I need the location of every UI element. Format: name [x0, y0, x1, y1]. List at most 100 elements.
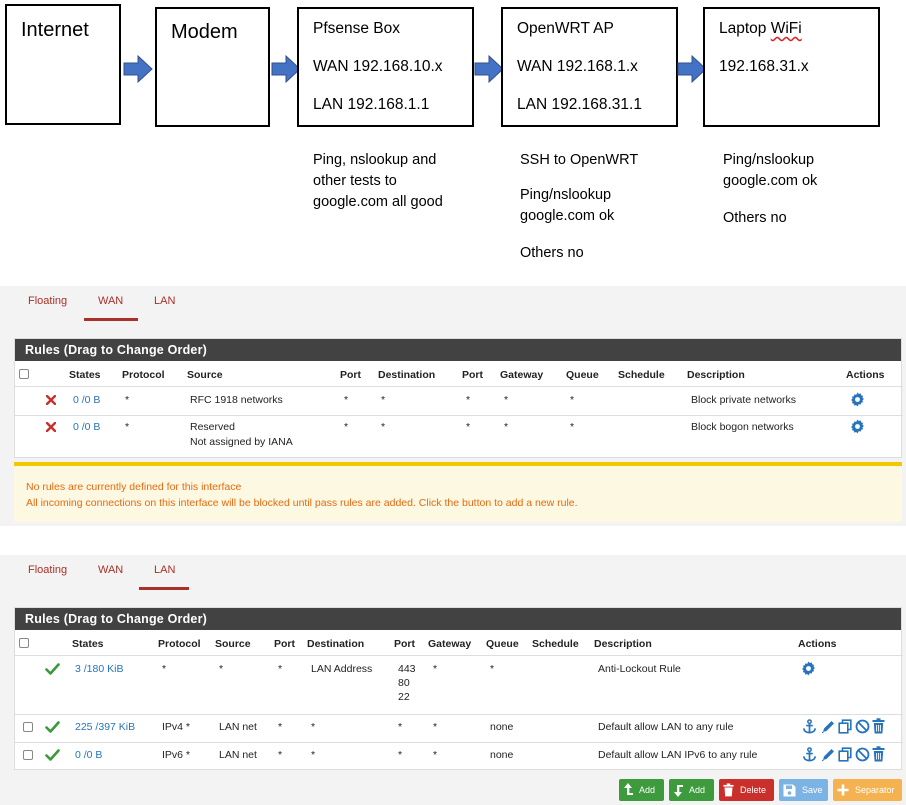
tab-floating[interactable]: Floating: [28, 295, 67, 307]
row-divider: [15, 386, 903, 387]
protocol-cell: *: [162, 663, 167, 675]
copy-icon[interactable]: [838, 719, 852, 734]
pfsense-wan: WAN 192.168.10.x: [313, 58, 443, 75]
tab-lan[interactable]: LAN: [154, 295, 175, 307]
col-protocol: Protocol: [158, 638, 201, 650]
note-line: other tests to: [313, 173, 397, 189]
destination-cell: *: [381, 421, 386, 433]
arrow-down-icon: [674, 785, 683, 797]
laptop-box-title: Laptop WiFi: [719, 20, 802, 38]
pfsense-lan: LAN 192.168.1.1: [313, 96, 430, 113]
openwrt-box: OpenWRT AP WAN 192.168.1.x LAN 192.168.3…: [501, 7, 678, 127]
description-cell: Block bogon networks: [691, 421, 794, 433]
modem-box-title: Modem: [171, 21, 238, 43]
spellcheck-flag: WiFi: [770, 20, 802, 37]
separator-button[interactable]: Separator: [833, 779, 902, 801]
anchor-icon[interactable]: [802, 747, 817, 762]
note-line: Others no: [520, 245, 584, 261]
states-link[interactable]: 0 /0 B: [73, 393, 100, 407]
copy-icon[interactable]: [838, 747, 852, 762]
warning-text: All incoming connections on this interfa…: [26, 497, 578, 509]
tab-wan[interactable]: WAN: [98, 295, 123, 307]
col-protocol: Protocol: [122, 369, 165, 381]
col-dest-port: Port: [462, 369, 483, 381]
description-cell: Default allow LAN IPv6 to any rule: [598, 749, 758, 761]
disable-icon[interactable]: [855, 747, 870, 762]
col-gateway: Gateway: [500, 369, 544, 381]
col-actions: Actions: [846, 369, 885, 381]
tab-wan[interactable]: WAN: [98, 564, 123, 576]
dest-port-cell: *: [466, 394, 471, 406]
tab-lan[interactable]: LAN: [154, 564, 175, 576]
pencil-icon[interactable]: [821, 747, 835, 762]
source-cell: LAN net: [219, 749, 257, 761]
states-link[interactable]: 3 /180 KiB: [75, 662, 123, 676]
pfsense-note: Ping, nslookup and other tests to google…: [313, 150, 443, 213]
destination-cell: *: [381, 394, 386, 406]
laptop-box: Laptop WiFi 192.168.31.x: [703, 7, 880, 127]
gear-icon[interactable]: [850, 392, 865, 407]
col-description: Description: [687, 369, 745, 381]
delete-button[interactable]: Delete: [719, 779, 774, 801]
states-link[interactable]: 0 /0 B: [75, 748, 102, 762]
arrow-right-icon: [474, 55, 504, 83]
trash-icon[interactable]: [872, 746, 885, 762]
col-states: States: [72, 638, 104, 650]
port-cell: *: [278, 749, 283, 761]
source-cell: *: [219, 663, 224, 675]
dest-port-cell: *: [398, 721, 403, 733]
port-cell: *: [344, 394, 349, 406]
trash-icon[interactable]: [872, 718, 885, 734]
gateway-cell: *: [433, 663, 438, 675]
save-label: Save: [802, 785, 823, 795]
destination-cell: *: [311, 721, 316, 733]
col-port: Port: [274, 638, 295, 650]
row-divider: [15, 742, 903, 743]
gateway-cell: *: [433, 749, 438, 761]
note-line: Ping/nslookup: [520, 187, 612, 203]
row-divider: [15, 655, 903, 656]
gear-icon[interactable]: [850, 419, 865, 434]
row-checkbox[interactable]: [23, 750, 33, 760]
modem-box: Modem: [155, 7, 270, 127]
arrow-right-icon: [123, 55, 153, 83]
pass-check-icon: [45, 749, 60, 761]
queue-cell: *: [570, 421, 575, 433]
select-all-checkbox[interactable]: [19, 638, 29, 648]
source-cell: LAN net: [219, 721, 257, 733]
row-divider: [15, 415, 903, 416]
states-link[interactable]: 225 /397 KiB: [75, 720, 135, 734]
add-bottom-button[interactable]: Add: [669, 779, 714, 801]
internet-box-title: Internet: [21, 19, 89, 41]
dest-port-cell: *: [398, 749, 403, 761]
note-line: Ping, nslookup and: [313, 152, 437, 168]
gear-icon[interactable]: [801, 661, 816, 676]
tab-floating[interactable]: Floating: [28, 564, 67, 576]
lan-rules-panel: Rules (Drag to Change Order) States Prot…: [14, 607, 903, 770]
note-line: google.com ok: [520, 208, 615, 224]
save-button[interactable]: Save: [779, 779, 828, 801]
col-queue: Queue: [486, 638, 519, 650]
laptop-note: Ping/nslookup google.com ok Others no: [723, 150, 817, 229]
anchor-icon[interactable]: [802, 719, 817, 734]
pencil-icon[interactable]: [821, 719, 835, 734]
col-description: Description: [594, 638, 652, 650]
wan-rules-panel: Rules (Drag to Change Order) States Prot…: [14, 338, 903, 458]
disable-icon[interactable]: [855, 719, 870, 734]
gateway-cell: *: [433, 721, 438, 733]
states-link[interactable]: 0 /0 B: [73, 420, 100, 434]
trash-icon: [723, 783, 734, 797]
pass-check-icon: [45, 721, 60, 733]
source-cell: RFC 1918 networks: [190, 394, 283, 406]
select-all-checkbox[interactable]: [19, 369, 29, 379]
col-states: States: [69, 369, 101, 381]
note-line: Others no: [723, 210, 787, 226]
add-top-button[interactable]: Add: [619, 779, 664, 801]
dest-port-cell: 22: [398, 691, 410, 703]
warning-title: No rules are currently defined for this …: [26, 481, 242, 493]
source-cell-detail: Not assigned by IANA: [190, 436, 293, 448]
separator-label: Separator: [855, 785, 895, 795]
note-line: SSH to OpenWRT: [520, 152, 639, 168]
row-checkbox[interactable]: [23, 722, 33, 732]
rules-heading: Rules (Drag to Change Order): [15, 608, 901, 630]
